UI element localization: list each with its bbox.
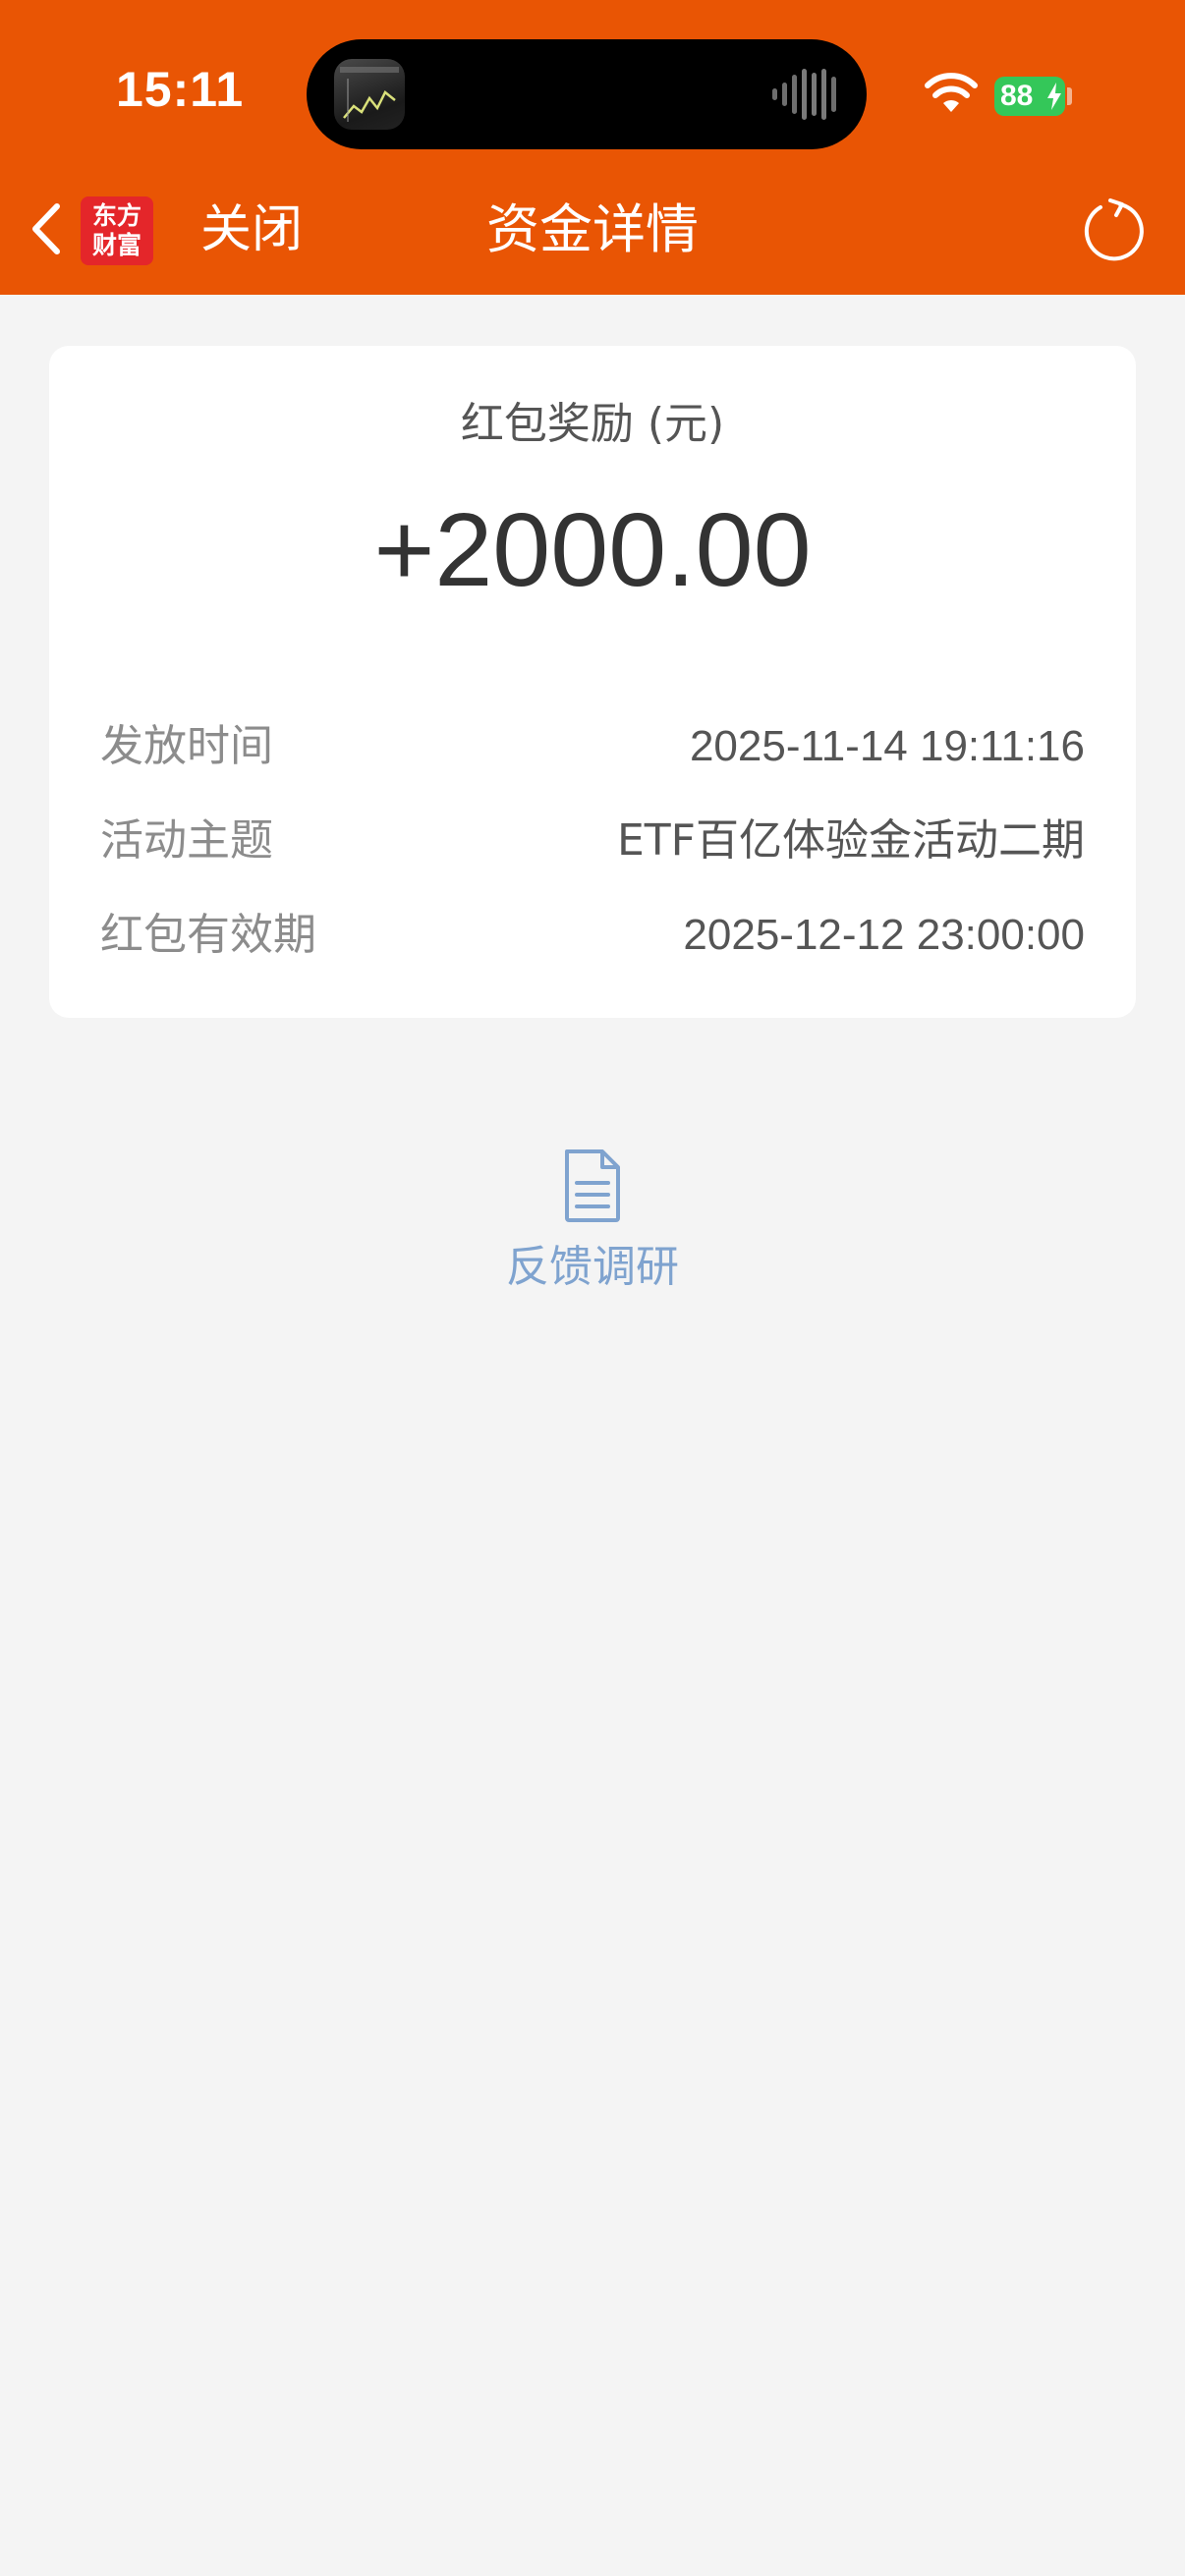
refresh-icon[interactable] xyxy=(1081,198,1146,263)
document-icon xyxy=(565,1149,620,1222)
amount-label: 红包奖励 (元) xyxy=(460,399,725,449)
now-playing-thumbnail-icon xyxy=(334,59,405,130)
feedback-survey-link[interactable]: 反馈调研 xyxy=(445,1140,740,1307)
detail-value: 2025-11-14 19:11:16 xyxy=(689,722,1085,770)
battery-level: 88 xyxy=(1000,80,1034,112)
status-time: 15:11 xyxy=(116,62,245,117)
amount-value: +2000.00 xyxy=(373,492,812,608)
dynamic-island[interactable] xyxy=(307,39,867,149)
logo-line-1: 东方 xyxy=(91,201,141,230)
page-title: 资金详情 xyxy=(486,198,699,260)
bolt-icon xyxy=(1047,83,1061,110)
feedback-label: 反馈调研 xyxy=(506,1242,679,1292)
wifi-icon xyxy=(925,73,978,112)
close-button[interactable]: 关闭 xyxy=(200,196,303,263)
detail-row-activity-theme: 活动主题 ETF百亿体验金活动二期 xyxy=(100,810,1085,872)
detail-label: 红包有效期 xyxy=(100,910,316,960)
detail-value: ETF百亿体验金活动二期 xyxy=(617,815,1085,866)
detail-label: 活动主题 xyxy=(100,815,273,866)
battery-nub xyxy=(1067,87,1072,105)
logo-line-2: 财富 xyxy=(91,231,141,259)
audio-waveform-icon xyxy=(772,69,836,120)
detail-row-issue-time: 发放时间 2025-11-14 19:11:16 xyxy=(100,715,1085,778)
battery-charging-icon: 88 xyxy=(994,77,1065,116)
app-header: 15:11 88 东方 财富 关闭 资金详情 xyxy=(0,0,1185,295)
chevron-left-icon[interactable] xyxy=(24,196,67,261)
detail-row-validity: 红包有效期 2025-12-12 23:00:00 xyxy=(100,904,1085,967)
app-logo[interactable]: 东方 财富 xyxy=(81,196,153,265)
fund-detail-card: 红包奖励 (元) +2000.00 发放时间 2025-11-14 19:11:… xyxy=(49,346,1136,1018)
detail-label: 发放时间 xyxy=(100,721,273,771)
detail-value: 2025-12-12 23:00:00 xyxy=(683,911,1085,959)
page-title-wrap: 资金详情 xyxy=(0,196,1185,263)
